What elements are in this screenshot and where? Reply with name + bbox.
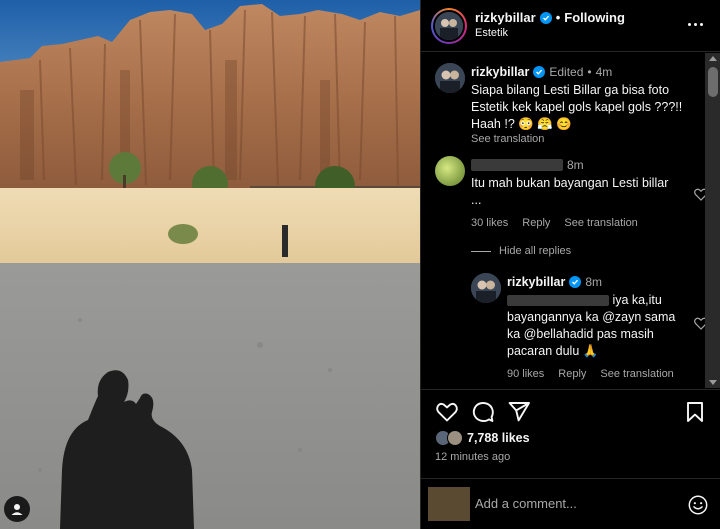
comment-text: Itu mah bukan bayangan Lesti billar ... — [471, 176, 669, 207]
comment-box-avatar-blurred — [428, 487, 470, 521]
caption-time[interactable]: 4m — [596, 65, 613, 79]
add-comment-bar — [421, 478, 720, 529]
reply-see-translation[interactable]: See translation — [600, 368, 673, 380]
post-actions-section: 7,788 likes 12 minutes ago — [421, 389, 720, 529]
verified-badge-icon — [533, 66, 546, 78]
comments-section[interactable]: rizkybillar Edited • 4m Siapa bilang Les… — [421, 53, 720, 388]
reply-text-wrap: iya ka,itu bayangannya ka @zayn sama ka … — [507, 292, 683, 360]
post-location[interactable]: Estetik — [475, 27, 508, 39]
action-icons-row — [435, 400, 707, 424]
caption-avatar[interactable] — [435, 63, 465, 93]
post-time-ago[interactable]: 12 minutes ago — [435, 451, 510, 463]
header-dot: • — [555, 10, 561, 25]
comment-item: 8m Itu mah bukan bayangan Lesti billar .… — [435, 156, 708, 246]
add-comment-input[interactable] — [475, 496, 665, 511]
edited-label: Edited — [549, 65, 584, 79]
reply-likes[interactable]: 90 likes — [507, 368, 544, 380]
share-icon[interactable] — [507, 400, 531, 424]
caption-username[interactable]: rizkybillar — [471, 65, 529, 79]
likes-count[interactable]: 7,788 likes — [467, 431, 530, 445]
mention-blurred[interactable] — [507, 295, 609, 307]
comment-see-translation[interactable]: See translation — [564, 217, 637, 229]
likes-summary[interactable]: 7,788 likes — [435, 430, 530, 446]
header-username[interactable]: rizkybillar — [475, 10, 536, 25]
commenter-avatar[interactable] — [435, 156, 465, 186]
user-tag-icon — [11, 504, 23, 515]
more-options-icon[interactable] — [685, 14, 705, 34]
comments-scrollbar[interactable] — [705, 53, 720, 388]
post-side-panel: rizkybillar • Following Estetik rizkybil… — [420, 0, 720, 529]
scroll-up-icon[interactable] — [709, 56, 717, 61]
hide-replies-button[interactable]: Hide all replies — [471, 245, 571, 257]
scroll-thumb[interactable] — [708, 67, 718, 97]
post-header: rizkybillar • Following Estetik — [421, 0, 720, 52]
reply-time[interactable]: 8m — [585, 275, 602, 289]
comment-reply-button[interactable]: Reply — [522, 217, 550, 229]
following-button[interactable]: Following — [564, 10, 625, 25]
caption-text: Siapa bilang Lesti Billar ga bisa foto E… — [471, 83, 683, 131]
liker-avatar — [447, 430, 463, 446]
comment-likes[interactable]: 30 likes — [471, 217, 508, 229]
verified-badge-icon — [539, 11, 552, 24]
caption-dot: • — [587, 65, 592, 79]
reply-avatar[interactable] — [471, 273, 501, 303]
hide-replies-label: Hide all replies — [499, 245, 572, 257]
bookmark-icon[interactable] — [683, 400, 707, 424]
post-photo[interactable] — [0, 0, 420, 529]
reply-reply-button[interactable]: Reply — [558, 368, 586, 380]
post-image — [0, 0, 420, 529]
caption-see-translation[interactable]: See translation — [471, 133, 699, 145]
header-user-line: rizkybillar • Following — [475, 10, 625, 25]
user-tag-button[interactable] — [4, 496, 30, 522]
profile-avatar[interactable] — [431, 8, 467, 44]
emoji-icon[interactable] — [687, 494, 709, 516]
comment-time[interactable]: 8m — [567, 158, 584, 172]
scroll-down-icon[interactable] — [709, 380, 717, 385]
reply-username[interactable]: rizkybillar — [507, 275, 565, 289]
commenter-username-blurred[interactable] — [471, 159, 563, 171]
divider-dash — [471, 250, 491, 252]
like-heart-icon[interactable] — [435, 400, 459, 424]
verified-badge-icon — [569, 276, 582, 288]
comment-icon[interactable] — [471, 400, 495, 424]
avatar-image — [435, 12, 463, 40]
